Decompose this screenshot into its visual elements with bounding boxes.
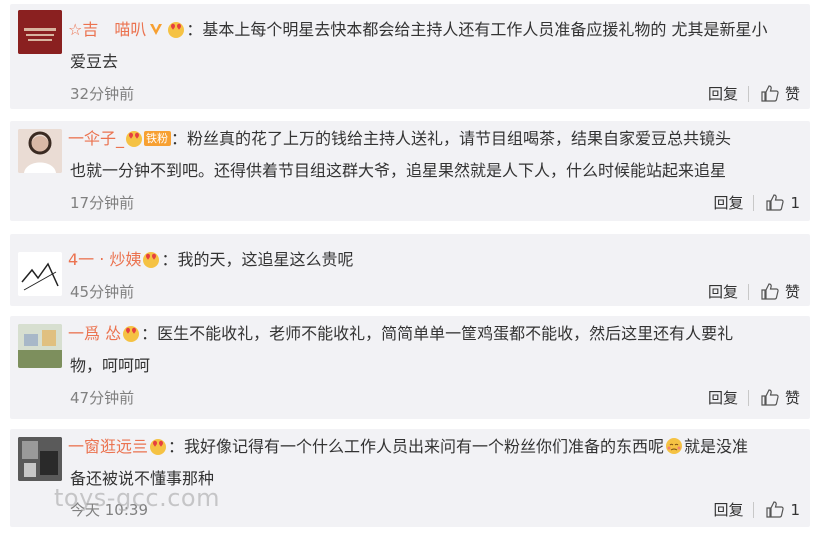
avatar[interactable] [18,437,62,481]
avatar[interactable] [18,129,62,173]
heart-emoji-icon [126,131,143,147]
reply-button[interactable]: 回复 [713,192,743,213]
like-button[interactable]: 赞 [761,387,800,408]
comment-card-1: ☆吉 喵叭 ：基本上每个明星去快本都会给主持人还有工作人员准备应援礼物的 尤其是新… [10,4,810,109]
like-button[interactable]: 1 [766,194,800,212]
comment-actions: 回复 赞 [708,83,800,104]
comment-card-5: 一窗逛远亖 ：我好像记得有一个什么工作人员出来问有一个粉丝你们准备的东西呢 就是没准… [10,429,810,527]
timestamp: 32分钟前 [70,85,135,103]
username[interactable]: 一窗逛远亖 [68,437,148,456]
comment-line-1: 4一 ‧ 炒姨 ：我的天，这追星这么贵呢 [68,250,353,270]
thumbs-up-icon [766,194,785,211]
comment-line-1: 一窗逛远亖 ：我好像记得有一个什么工作人员出来问有一个粉丝你们准备的东西呢 就是没准 [68,437,748,457]
like-button[interactable]: 1 [766,501,800,519]
shy-emoji-icon [666,438,683,454]
username[interactable]: 4一 ‧ 炒姨 [68,250,141,269]
comment-line-1: ☆吉 喵叭 ：基本上每个明星去快本都会给主持人还有工作人员准备应援礼物的 尤其是新… [68,20,767,40]
comment-line-2: 物，呵呵呵 [70,356,151,375]
reply-button[interactable]: 回复 [708,83,738,104]
divider [747,389,749,406]
comment-text: ：我好像记得有一个什么工作人员出来问有一个粉丝你们准备的东西呢 [168,437,665,456]
timestamp: 17分钟前 [70,194,135,212]
like-count: 赞 [784,389,800,407]
comment-card-3: 4一 ‧ 炒姨 ：我的天，这追星这么贵呢 45分钟前 回复 赞 [10,234,810,306]
avatar[interactable] [18,324,62,368]
heart-emoji-icon [123,326,140,342]
fan-badge: 铁粉 [144,131,172,146]
comment-line-2: 爱豆去 [70,52,119,71]
like-count: 1 [790,193,800,212]
reply-button[interactable]: 回复 [713,499,743,520]
thumbs-up-icon [761,283,779,300]
like-count: 赞 [784,283,800,301]
thumbs-up-icon [761,389,779,406]
username[interactable]: 一爲 怂 [68,324,121,343]
divider [753,194,755,211]
comment-line-1: 一伞子_ 铁粉 ：粉丝真的花了上万的钱给主持人送礼，请节目组喝茶，结果自家爱豆总共镜… [68,129,731,149]
comment-actions: 回复 1 [713,192,800,213]
comment-text: ：粉丝真的花了上万的钱给主持人送礼，请节目组喝茶，结果自家爱豆总共镜头 [171,129,732,148]
heart-emoji-icon [143,252,160,268]
like-button[interactable]: 赞 [761,83,800,104]
comment-line-2: 也就一分钟不到吧。还得供着节目组这群大爷，追星果然就是人下人，什么时候能站起来追… [70,161,727,180]
like-button[interactable]: 赞 [761,281,800,302]
comment-actions: 回复 赞 [708,387,800,408]
comment-text: ：基本上每个明星去快本都会给主持人还有工作人员准备应援礼物的 尤其是新星小 [186,20,768,39]
comment-card-2: 一伞子_ 铁粉 ：粉丝真的花了上万的钱给主持人送礼，请节目组喝茶，结果自家爱豆总共镜… [10,121,810,221]
thumbs-up-icon [766,501,785,518]
heart-emoji-icon [168,22,185,38]
verified-v-icon [150,24,163,35]
comment-text: ：医生不能收礼，老师不能收礼，简简单单一筐鸡蛋都不能收，然后这里还有人要礼 [141,324,734,343]
comment-card-4: 一爲 怂 ：医生不能收礼，老师不能收礼，简简单单一筐鸡蛋都不能收，然后这里还有人要… [10,316,810,419]
username[interactable]: ☆吉 喵叭 [68,20,146,39]
reply-button[interactable]: 回复 [708,281,738,302]
avatar[interactable] [18,10,62,54]
divider [753,501,755,518]
comment-actions: 回复 1 [713,499,800,520]
like-count: 1 [790,500,800,519]
divider [747,85,749,102]
comment-text-continued: 就是没准 [684,437,749,456]
thumbs-up-icon [761,85,779,102]
timestamp: 45分钟前 [70,283,135,301]
watermark: toys-gcc.com [54,484,220,512]
reply-button[interactable]: 回复 [708,387,738,408]
comment-text: ：我的天，这追星这么贵呢 [161,250,354,269]
username[interactable]: 一伞子_ [68,129,124,148]
divider [747,283,749,300]
timestamp: 47分钟前 [70,389,135,407]
avatar[interactable] [18,252,62,296]
like-count: 赞 [784,85,800,103]
comment-line-1: 一爲 怂 ：医生不能收礼，老师不能收礼，简简单单一筐鸡蛋都不能收，然后这里还有人要… [68,324,733,344]
heart-emoji-icon [150,439,167,455]
comment-actions: 回复 赞 [708,281,800,302]
